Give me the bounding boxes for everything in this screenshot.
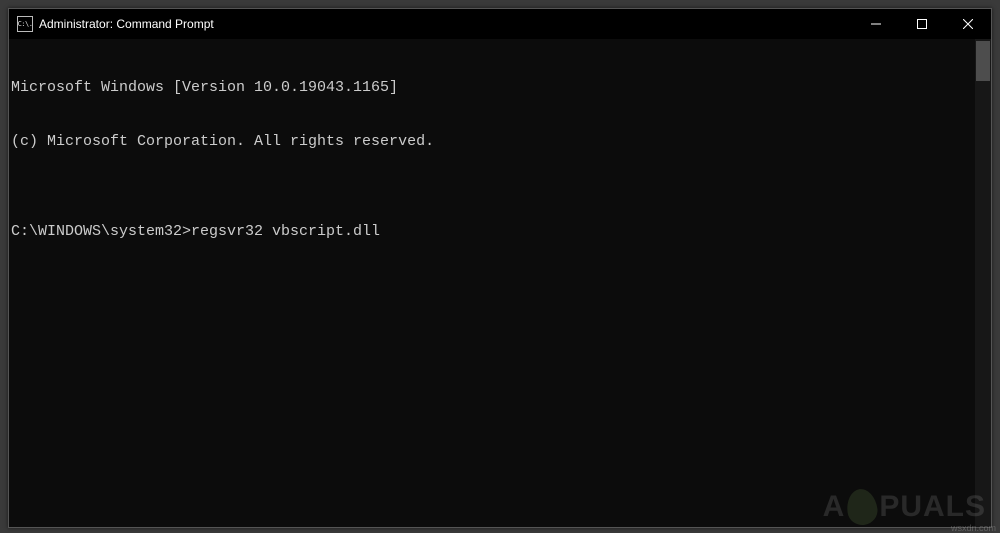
window-controls xyxy=(853,9,991,39)
close-icon xyxy=(963,19,973,29)
scrollbar-thumb[interactable] xyxy=(976,41,990,81)
terminal-prompt: C:\WINDOWS\system32> xyxy=(11,223,191,241)
terminal-prompt-line: C:\WINDOWS\system32>regsvr32 vbscript.dl… xyxy=(11,223,973,241)
titlebar[interactable]: C:\. Administrator: Command Prompt xyxy=(9,9,991,39)
cmd-icon: C:\. xyxy=(17,16,33,32)
terminal-command: regsvr32 vbscript.dll xyxy=(191,223,380,241)
terminal-client-area[interactable]: Microsoft Windows [Version 10.0.19043.11… xyxy=(9,39,991,527)
maximize-button[interactable] xyxy=(899,9,945,39)
command-prompt-window: C:\. Administrator: Command Prompt Micro… xyxy=(8,8,992,528)
source-caption: wsxdn.com xyxy=(951,523,996,533)
terminal-output[interactable]: Microsoft Windows [Version 10.0.19043.11… xyxy=(11,43,973,525)
terminal-line: Microsoft Windows [Version 10.0.19043.11… xyxy=(11,79,973,97)
vertical-scrollbar[interactable] xyxy=(975,39,991,527)
terminal-line: (c) Microsoft Corporation. All rights re… xyxy=(11,133,973,151)
window-title: Administrator: Command Prompt xyxy=(39,17,214,31)
minimize-icon xyxy=(871,19,881,29)
close-button[interactable] xyxy=(945,9,991,39)
maximize-icon xyxy=(917,19,927,29)
minimize-button[interactable] xyxy=(853,9,899,39)
